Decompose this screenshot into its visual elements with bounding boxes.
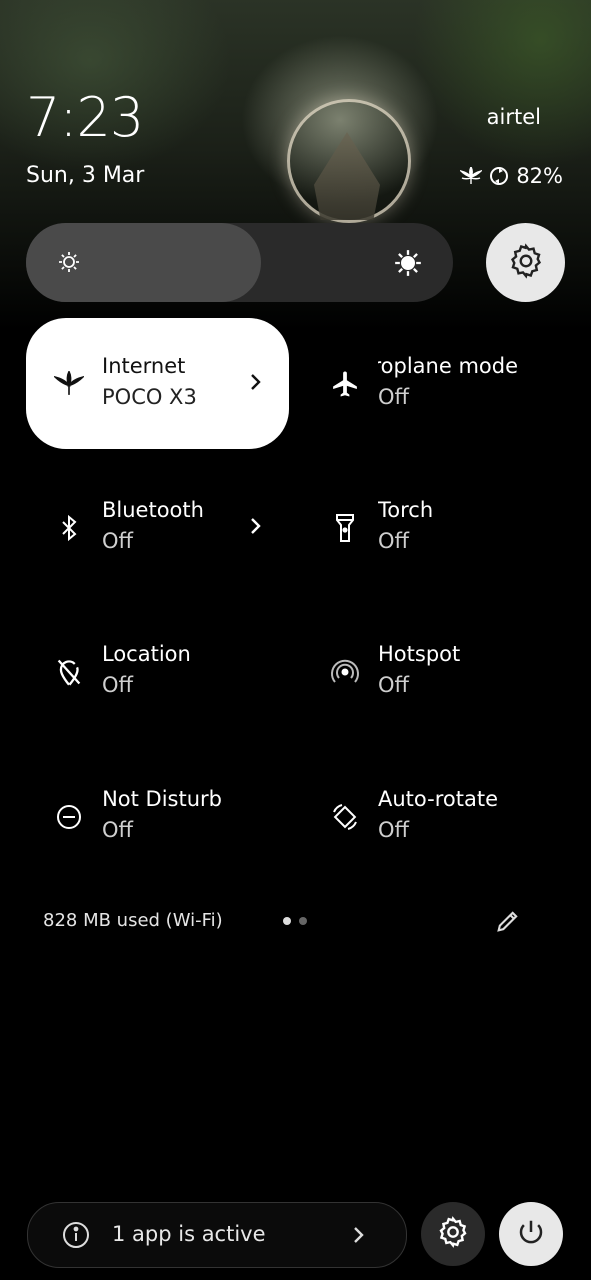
tile-subtitle: Off: [378, 529, 409, 553]
tile-subtitle: Off: [102, 818, 133, 842]
active-apps-button[interactable]: 1 app is active: [27, 1202, 407, 1268]
tile-aeroplane-mode[interactable]: Aeroplane mode Off: [302, 318, 565, 449]
page-indicator: [283, 917, 307, 925]
settings-shortcut-button[interactable]: [421, 1202, 485, 1266]
tile-title: Auto-rotate: [378, 787, 499, 811]
tile-subtitle: Off: [102, 673, 133, 697]
battery-level: 82%: [516, 164, 563, 188]
data-usage[interactable]: 828 MB used (Wi-Fi): [43, 910, 223, 931]
airplane-icon: [330, 369, 360, 399]
tile-title: Internet: [102, 354, 186, 378]
brightness-low-icon: [57, 250, 81, 278]
tile-torch[interactable]: Torch Off: [302, 462, 565, 593]
tile-internet[interactable]: Internet POCO X3: [26, 318, 289, 449]
rotate-icon: [330, 802, 360, 832]
tile-bluetooth[interactable]: Bluetooth Off: [26, 462, 289, 593]
status-icons: 82%: [460, 164, 563, 188]
tile-subtitle: Off: [378, 673, 409, 697]
tile-title: Location: [102, 642, 191, 666]
tile-title: Do Not Disturb: [102, 787, 222, 811]
info-icon: [61, 1220, 91, 1254]
tile-subtitle: POCO X3: [102, 385, 197, 409]
tile-location[interactable]: Location Off: [26, 606, 289, 737]
chevron-right-icon[interactable]: [249, 372, 263, 396]
tile-subtitle: Off: [378, 385, 409, 409]
dnd-icon: [54, 802, 84, 832]
gear-icon: [437, 1216, 469, 1252]
location-off-icon: [54, 657, 84, 687]
tile-title: Aeroplane mode: [378, 354, 518, 378]
power-icon: [516, 1217, 546, 1251]
tile-subtitle: Off: [378, 818, 409, 842]
hotspot-icon: [330, 657, 360, 687]
active-apps-label: 1 app is active: [112, 1222, 266, 1246]
bluetooth-icon: [54, 513, 84, 543]
tile-subtitle: Off: [102, 529, 133, 553]
settings-button[interactable]: [486, 223, 565, 302]
sync-icon: [488, 165, 510, 187]
gear-icon: [508, 242, 544, 283]
chevron-right-icon[interactable]: [249, 516, 263, 540]
brightness-slider[interactable]: [26, 223, 453, 302]
carrier-name: airtel: [486, 105, 541, 129]
clock[interactable]: 7:23: [26, 86, 144, 149]
power-button[interactable]: [499, 1202, 563, 1266]
tile-title: Hotspot: [378, 642, 461, 666]
torch-icon: [330, 513, 360, 543]
tile-do-not-disturb[interactable]: Do Not Disturb Off: [26, 751, 289, 882]
leaf-icon: [460, 167, 483, 185]
chevron-right-icon: [352, 1225, 366, 1249]
page-dot: [299, 917, 307, 925]
brightness-high-icon: [394, 249, 422, 281]
tile-auto-rotate[interactable]: Auto-rotate Off: [302, 751, 565, 882]
page-dot-active: [283, 917, 291, 925]
tile-title: Bluetooth: [102, 498, 204, 522]
edit-pencil-icon[interactable]: [494, 907, 522, 939]
tile-title: Torch: [378, 498, 434, 522]
leaf-icon: [54, 369, 84, 399]
tile-hotspot[interactable]: Hotspot Off: [302, 606, 565, 737]
date[interactable]: Sun, 3 Mar: [26, 163, 144, 188]
